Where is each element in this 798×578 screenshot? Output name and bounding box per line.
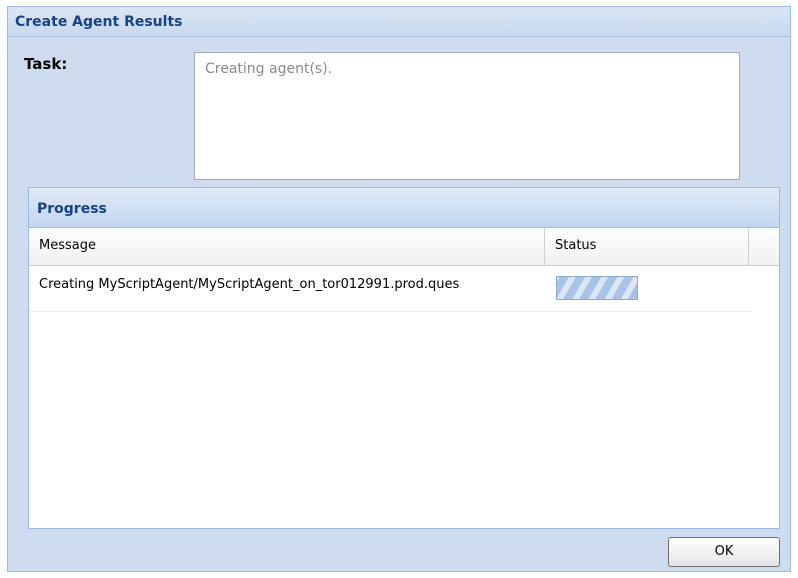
status-progress-fill xyxy=(557,277,637,299)
column-header-filler xyxy=(749,228,779,265)
table-row[interactable]: Creating MyScriptAgent/MyScriptAgent_on_… xyxy=(29,266,751,312)
grid-header: Message Status xyxy=(29,228,779,266)
status-progress-bar xyxy=(556,276,638,300)
column-header-message[interactable]: Message xyxy=(29,228,545,265)
task-textarea[interactable]: Creating agent(s). xyxy=(194,52,740,180)
ok-button[interactable]: OK xyxy=(668,537,780,567)
create-agent-results-dialog: Create Agent Results Task: Creating agen… xyxy=(7,6,791,572)
dialog-title: Create Agent Results xyxy=(15,14,183,30)
dialog-title-bar[interactable]: Create Agent Results xyxy=(8,7,790,37)
dialog-footer: OK xyxy=(8,529,790,571)
progress-title: Progress xyxy=(37,201,107,217)
progress-panel-header: Progress xyxy=(29,188,779,228)
row-message-cell: Creating MyScriptAgent/MyScriptAgent_on_… xyxy=(39,277,460,292)
progress-panel: Progress Message Status Creating MyScrip… xyxy=(28,187,780,529)
task-label: Task: xyxy=(24,55,68,73)
column-header-status[interactable]: Status xyxy=(545,228,749,265)
